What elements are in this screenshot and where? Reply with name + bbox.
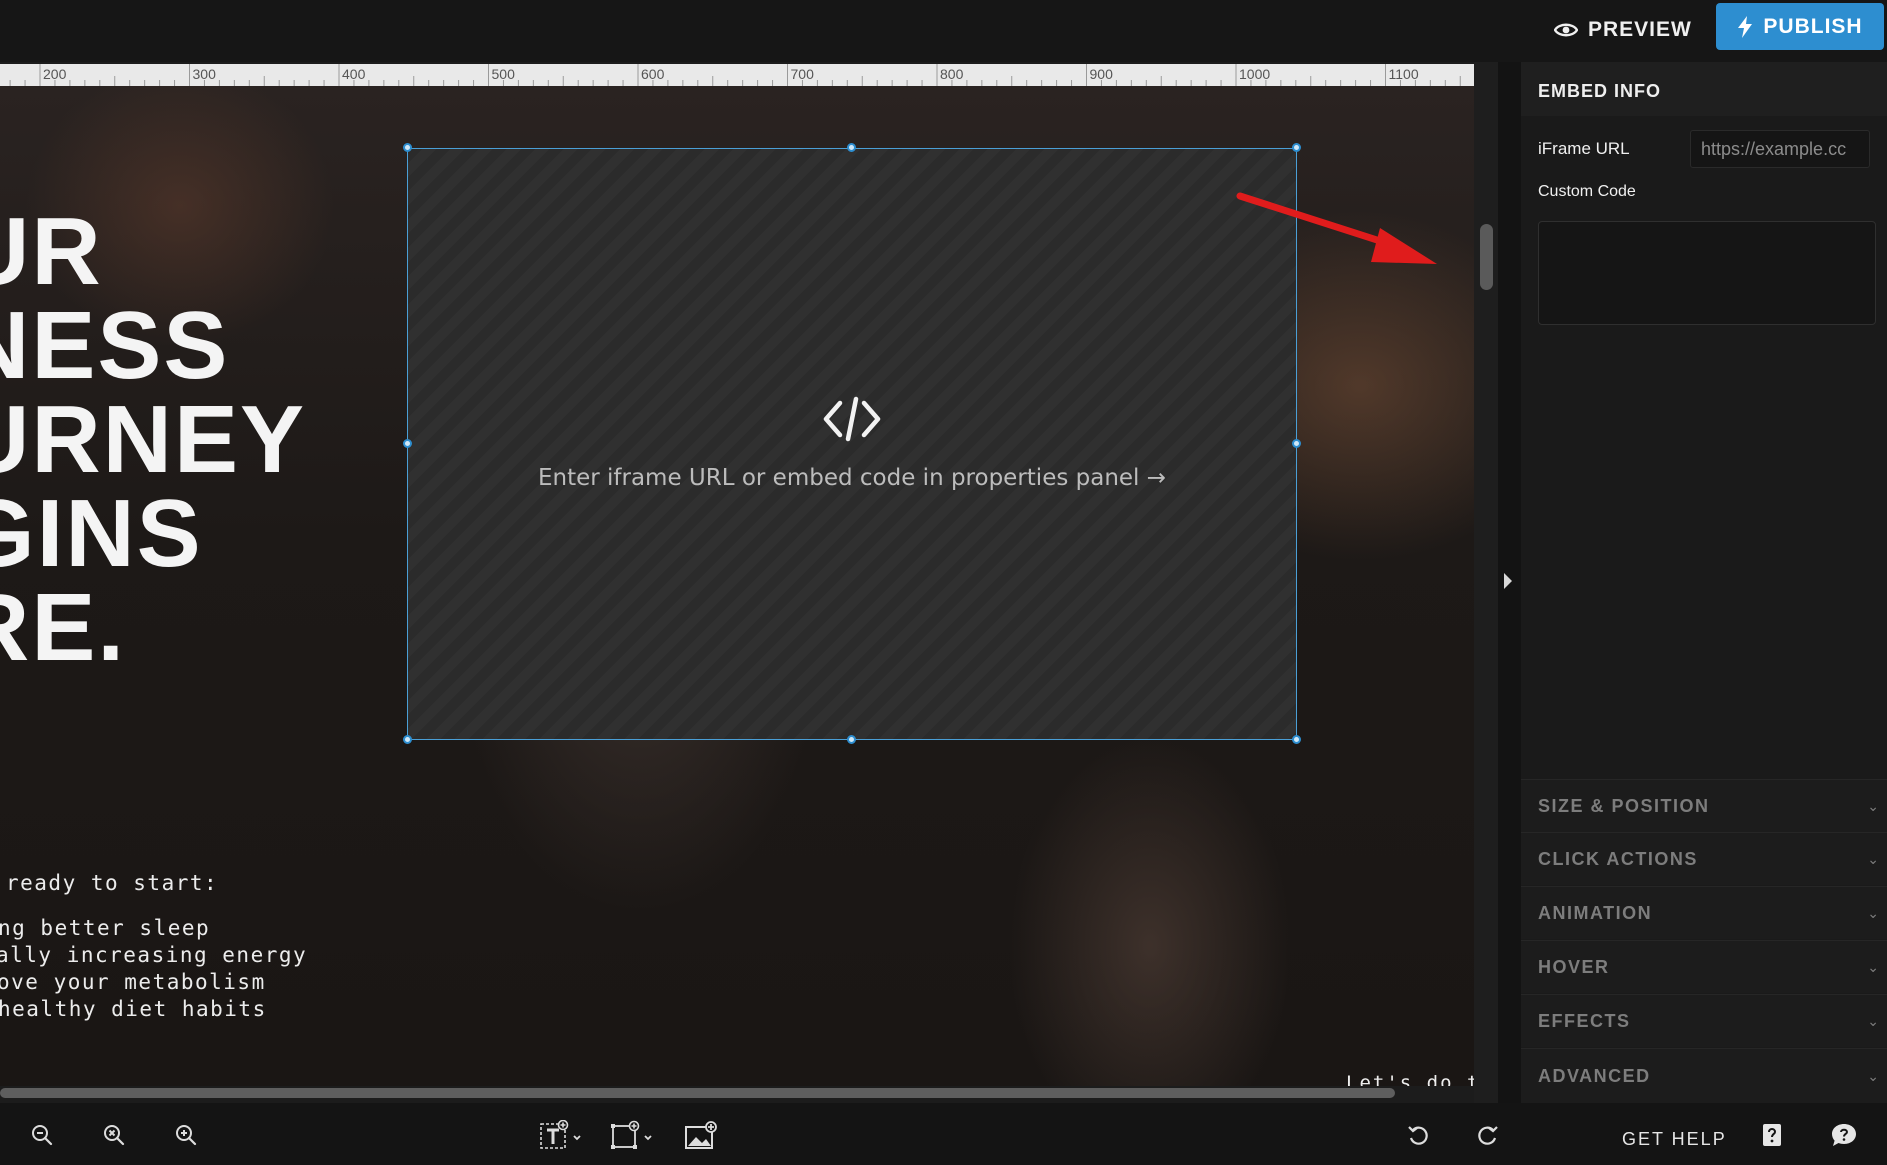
panel-title: EMBED INFO xyxy=(1538,81,1662,101)
benefit-item-1[interactable]: ng better sleep xyxy=(0,915,210,942)
horizontal-ruler: 200 300 400 500 600 700 800 900 1000 1100 xyxy=(0,64,1474,86)
chevron-down-icon: ⌄ xyxy=(1867,958,1879,975)
ruler-tick-label: 900 xyxy=(1090,66,1114,82)
iframe-url-input[interactable] xyxy=(1690,130,1870,168)
section-click-actions[interactable]: CLICK ACTIONS ⌄ xyxy=(1521,832,1887,885)
hero-heading-line-4[interactable]: GINS xyxy=(0,486,203,582)
chevron-down-icon: ⌄ xyxy=(1867,1067,1879,1084)
ruler-tick-label: 200 xyxy=(43,66,67,82)
horizontal-scrollbar-thumb[interactable] xyxy=(0,1088,1395,1098)
chevron-down-icon: ⌄ xyxy=(1867,1012,1879,1029)
chevron-down-icon: ⌄ xyxy=(1867,797,1879,814)
resize-handle-bottom[interactable] xyxy=(847,735,856,744)
section-size-position[interactable]: SIZE & POSITION ⌄ xyxy=(1521,779,1887,832)
add-text-icon xyxy=(540,1120,581,1149)
ruler-tick-label: 500 xyxy=(492,66,516,82)
zoom-reset-icon xyxy=(104,1125,125,1146)
ruler-tick-label: 300 xyxy=(193,66,217,82)
custom-code-textarea[interactable] xyxy=(1538,221,1876,325)
vertical-scrollbar[interactable] xyxy=(1474,62,1498,1103)
caret-right-icon xyxy=(1504,573,1512,589)
preview-button[interactable]: PREVIEW xyxy=(1540,8,1706,52)
panel-collapse-toggle[interactable] xyxy=(1503,572,1513,595)
benefit-item-2[interactable]: ally increasing energy xyxy=(0,942,307,969)
zoom-in-button[interactable] xyxy=(171,1120,201,1150)
ruler-tick-label: 1100 xyxy=(1389,66,1419,82)
hero-heading-line-5[interactable]: RE. xyxy=(0,580,126,676)
add-image-icon xyxy=(685,1121,717,1149)
ruler-ticks: 200 300 400 500 600 700 800 900 1000 1100 xyxy=(9,64,1461,86)
resize-handle-bottom-left[interactable] xyxy=(403,735,412,744)
zoom-out-icon xyxy=(32,1125,53,1146)
ruler-tick-label: 700 xyxy=(791,66,815,82)
chat-button[interactable] xyxy=(1829,1120,1859,1150)
zoom-out-button[interactable] xyxy=(27,1120,57,1150)
code-icon xyxy=(408,395,1296,448)
benefit-item-4[interactable]: healthy diet habits xyxy=(0,996,267,1023)
section-label: HOVER xyxy=(1538,956,1610,977)
section-hover[interactable]: HOVER ⌄ xyxy=(1521,940,1887,993)
section-animation[interactable]: ANIMATION ⌄ xyxy=(1521,886,1887,939)
ruler-tick-label: 600 xyxy=(641,66,665,82)
ruler-tick-label: 800 xyxy=(940,66,964,82)
cta-text[interactable]: Let's do thi xyxy=(1346,1072,1474,1086)
section-label: EFFECTS xyxy=(1538,1010,1631,1031)
embed-placeholder[interactable]: Enter iframe URL or embed code in proper… xyxy=(407,148,1297,740)
docs-button[interactable] xyxy=(1757,1120,1787,1150)
hero-heading-line-3[interactable]: URNEY xyxy=(0,392,306,488)
lightning-icon xyxy=(1738,15,1753,38)
embed-placeholder-message: Enter iframe URL or embed code in proper… xyxy=(537,465,1167,491)
section-effects[interactable]: EFFECTS ⌄ xyxy=(1521,994,1887,1047)
iframe-url-label: iFrame URL xyxy=(1538,139,1630,158)
section-advanced[interactable]: ADVANCED ⌄ xyxy=(1521,1048,1887,1103)
section-label: ANIMATION xyxy=(1538,902,1653,923)
preview-label: PREVIEW xyxy=(1588,18,1692,41)
vertical-scrollbar-thumb[interactable] xyxy=(1480,224,1493,290)
chevron-down-icon: ⌄ xyxy=(1867,850,1879,867)
redo-icon xyxy=(1478,1126,1498,1145)
resize-handle-bottom-right[interactable] xyxy=(1292,735,1301,744)
bottom-toolbar xyxy=(0,1103,1887,1165)
section-label: CLICK ACTIONS xyxy=(1538,848,1698,869)
undo-icon xyxy=(1408,1126,1428,1145)
redo-button[interactable] xyxy=(1473,1120,1503,1150)
ruler-tick-label: 1000 xyxy=(1239,66,1270,82)
add-image-button[interactable] xyxy=(683,1120,719,1150)
undo-button[interactable] xyxy=(1403,1120,1433,1150)
intro-text[interactable]: ready to start: xyxy=(6,870,218,897)
get-help-button[interactable]: GET HELP xyxy=(1622,1129,1727,1150)
resize-handle-right[interactable] xyxy=(1292,439,1301,448)
hero-heading-line-2[interactable]: NESS xyxy=(0,298,229,394)
zoom-in-icon xyxy=(176,1125,197,1146)
resize-handle-left[interactable] xyxy=(403,439,412,448)
publish-label: PUBLISH xyxy=(1763,14,1863,38)
resize-handle-top-right[interactable] xyxy=(1292,143,1301,152)
benefit-item-3[interactable]: ove your metabolism xyxy=(0,969,266,996)
add-shape-button[interactable] xyxy=(609,1120,657,1150)
eye-icon xyxy=(1554,23,1578,37)
add-text-button[interactable] xyxy=(538,1120,586,1150)
add-shape-icon xyxy=(611,1120,652,1149)
chevron-down-icon: ⌄ xyxy=(1867,904,1879,921)
red-arrow-annotation xyxy=(1236,192,1437,264)
resize-handle-top-left[interactable] xyxy=(403,143,412,152)
section-label: SIZE & POSITION xyxy=(1538,795,1710,816)
section-label: ADVANCED xyxy=(1538,1065,1651,1086)
zoom-reset-button[interactable] xyxy=(99,1120,129,1150)
docs-icon xyxy=(1763,1124,1781,1146)
publish-button[interactable]: PUBLISH xyxy=(1716,3,1884,50)
resize-handle-top[interactable] xyxy=(847,143,856,152)
hero-heading-line-1[interactable]: UR xyxy=(0,204,103,300)
chat-icon xyxy=(1832,1124,1856,1146)
custom-code-label: Custom Code xyxy=(1538,183,1636,200)
ruler-tick-label: 400 xyxy=(342,66,366,82)
